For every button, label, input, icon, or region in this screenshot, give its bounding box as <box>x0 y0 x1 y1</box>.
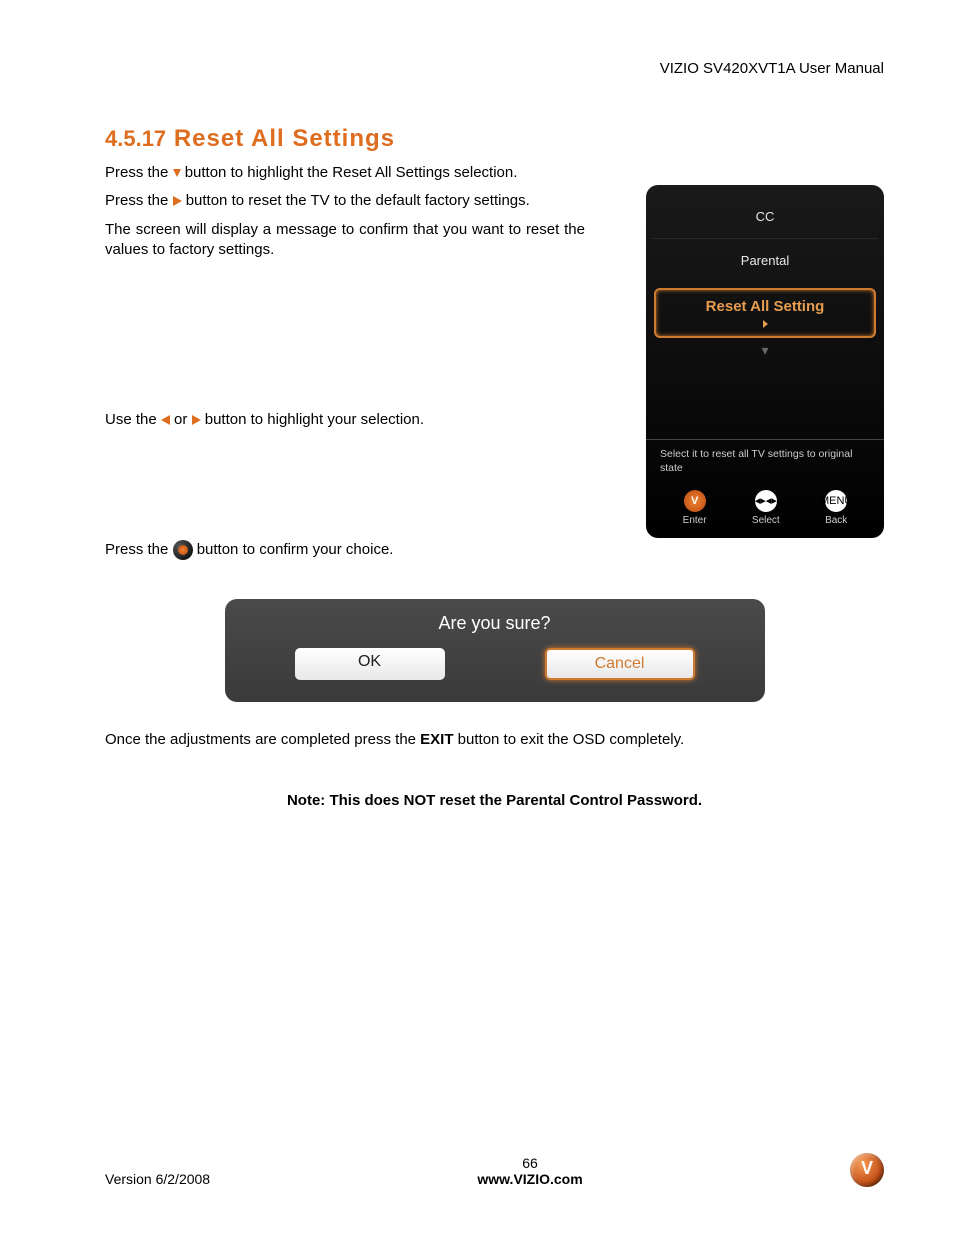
section-heading: 4.5.17 Reset All Settings <box>105 125 884 153</box>
right-arrow-icon <box>192 415 201 425</box>
note-text: Note: This does NOT reset the Parental C… <box>105 792 884 809</box>
scroll-handle-icon: ▾ <box>652 342 878 359</box>
version-text: Version 6/2/2008 <box>105 1171 210 1187</box>
ok-button[interactable]: OK <box>295 648 445 680</box>
section-number: 4.5.17 <box>105 126 166 151</box>
confirmation-dialog: Are you sure? OK Cancel <box>225 599 765 702</box>
vizio-logo-icon: V <box>684 490 706 512</box>
right-arrow-icon <box>173 196 182 206</box>
left-arrow-icon <box>161 415 170 425</box>
manual-title: VIZIO SV420XVT1A User Manual <box>105 60 884 77</box>
cancel-button[interactable]: Cancel <box>545 648 695 680</box>
osd-item-cc: CC <box>652 195 878 239</box>
vizio-button-icon <box>173 540 193 560</box>
down-arrow-icon <box>173 169 181 177</box>
osd-hint-select: ◂▸◂▸ Select <box>752 490 780 526</box>
page-number: 66 <box>210 1155 850 1171</box>
page-footer: Version 6/2/2008 66 www.VIZIO.com <box>105 1153 884 1187</box>
osd-hint-back: MENU Back <box>825 490 847 526</box>
paragraph-1: Press the button to highlight the Reset … <box>105 163 884 183</box>
osd-hint-enter: V Enter <box>683 490 707 526</box>
menu-button-icon: MENU <box>825 490 847 512</box>
osd-item-reset-highlighted: Reset All Setting <box>654 288 876 338</box>
dialog-title: Are you sure? <box>245 613 745 634</box>
osd-help-text: Select it to reset all TV settings to or… <box>652 440 878 485</box>
section-title: Reset All Settings <box>174 125 395 152</box>
vizio-logo-icon <box>850 1153 884 1187</box>
tv-osd-panel: CC Parental Reset All Setting ▾ Select i… <box>646 185 884 537</box>
paragraph-6: Once the adjustments are completed press… <box>105 730 884 750</box>
paragraph-3: The screen will display a message to con… <box>105 220 585 261</box>
right-arrow-icon <box>763 320 768 328</box>
nav-arrows-icon: ◂▸◂▸ <box>755 490 777 512</box>
paragraph-2: Press the button to reset the TV to the … <box>105 191 626 211</box>
paragraph-4: Use the or button to highlight your sele… <box>105 410 626 430</box>
website-url: www.VIZIO.com <box>210 1171 850 1187</box>
osd-item-parental: Parental <box>652 239 878 282</box>
paragraph-5: Press the button to confirm your choice. <box>105 540 626 560</box>
